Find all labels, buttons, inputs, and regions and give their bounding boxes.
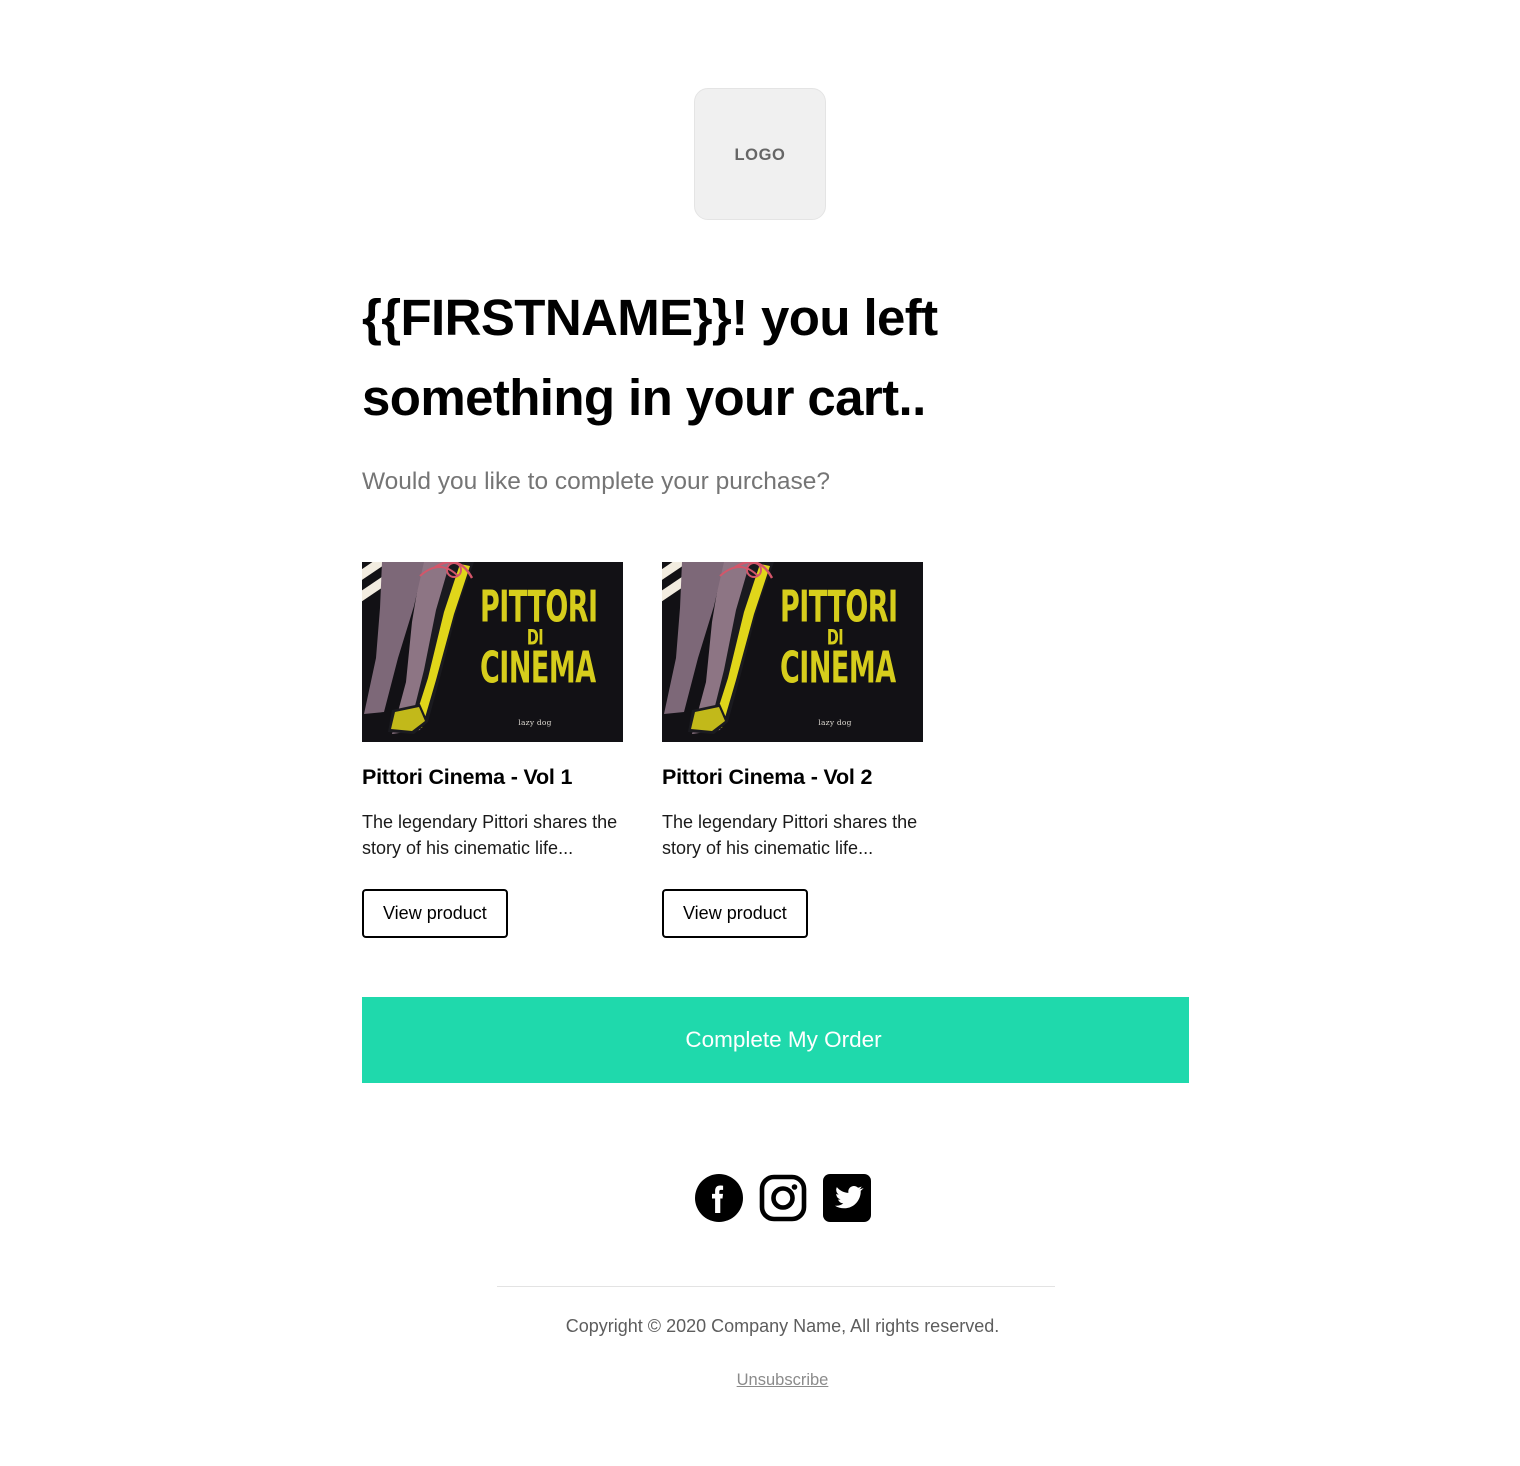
facebook-icon bbox=[694, 1174, 743, 1222]
social-links bbox=[362, 1172, 1189, 1224]
twitter-icon bbox=[822, 1174, 871, 1222]
product-image[interactable]: PITTORI DI CINEMA lazy dog bbox=[662, 562, 923, 742]
product-list: PITTORI DI CINEMA lazy dog Pittori Cinem… bbox=[362, 562, 1190, 938]
instagram-icon bbox=[759, 1174, 806, 1222]
copyright-text: Copyright © 2020 Company Name, All right… bbox=[565, 1316, 1000, 1336]
cover-credit: lazy dog bbox=[518, 718, 552, 727]
hero-subtitle: Would you like to complete your purchase… bbox=[362, 468, 831, 495]
product-title: Pittori Cinema - Vol 1 bbox=[362, 765, 573, 789]
cover-title-line1: PITTORI bbox=[780, 582, 898, 633]
page-title: {{FIRSTNAME}}! you left something in you… bbox=[362, 289, 938, 426]
email-body: LOGO {{FIRSTNAME}}! you left something i… bbox=[0, 0, 1520, 1466]
view-product-button[interactable]: View product bbox=[662, 889, 808, 938]
unsubscribe-link[interactable]: Unsubscribe bbox=[737, 1371, 829, 1389]
cover-title-line3: CINEMA bbox=[780, 643, 896, 694]
cover-title: PITTORI DI CINEMA bbox=[480, 582, 598, 691]
complete-order-button[interactable]: Complete My Order bbox=[362, 997, 1189, 1083]
logo-row: LOGO bbox=[0, 88, 1520, 220]
unsubscribe-row: Unsubscribe bbox=[362, 1369, 1189, 1391]
logo-placeholder: LOGO bbox=[694, 88, 826, 220]
instagram-link[interactable] bbox=[757, 1172, 809, 1224]
cover-title-line1: PITTORI bbox=[480, 582, 598, 633]
cover-credit: lazy dog bbox=[818, 718, 852, 727]
product-description: The legendary Pittori shares the story o… bbox=[362, 812, 618, 858]
product-card: PITTORI DI CINEMA lazy dog Pittori Cinem… bbox=[662, 562, 923, 938]
product-image[interactable]: PITTORI DI CINEMA lazy dog bbox=[362, 562, 623, 742]
facebook-link[interactable] bbox=[693, 1172, 745, 1224]
product-description: The legendary Pittori shares the story o… bbox=[662, 812, 918, 858]
twitter-link[interactable] bbox=[821, 1172, 873, 1224]
cover-title: PITTORI DI CINEMA bbox=[780, 582, 898, 691]
view-product-button[interactable]: View product bbox=[362, 889, 508, 938]
product-card: PITTORI DI CINEMA lazy dog Pittori Cinem… bbox=[362, 562, 623, 938]
hero-section: {{FIRSTNAME}}! you left something in you… bbox=[362, 278, 1190, 498]
footer-divider bbox=[497, 1286, 1055, 1287]
cover-title-line3: CINEMA bbox=[480, 643, 596, 694]
product-title: Pittori Cinema - Vol 2 bbox=[662, 765, 873, 789]
